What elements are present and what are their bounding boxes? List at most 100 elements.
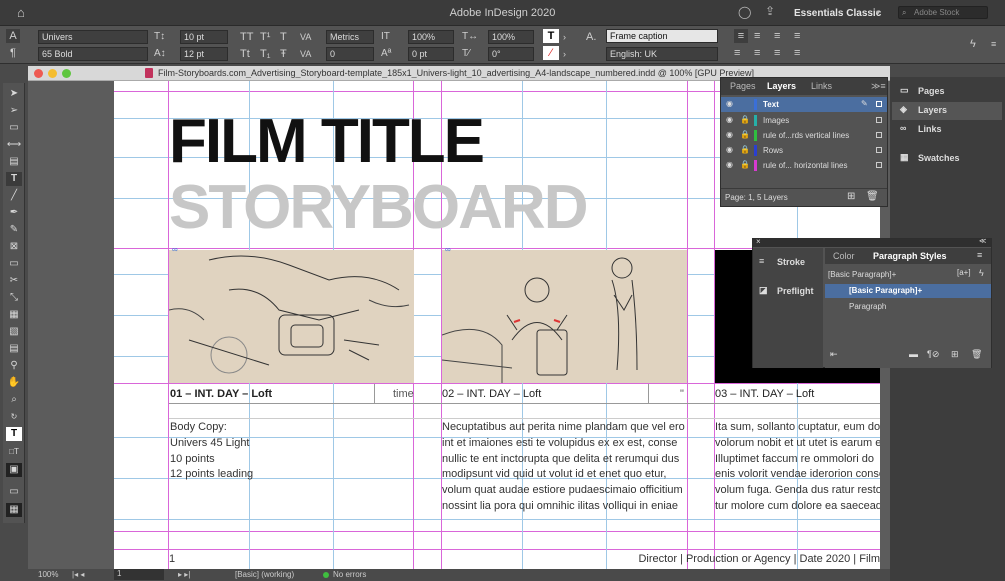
direct-selection-icon[interactable]: ➢	[6, 104, 22, 118]
font-family-field[interactable]: Univers	[38, 30, 148, 44]
layer-row-images[interactable]: ◉ 🔒 Images	[721, 113, 887, 128]
eye-icon[interactable]: ◉	[726, 115, 733, 124]
font-size-field[interactable]: 10 pt	[180, 30, 228, 44]
eye-icon[interactable]: ◉	[726, 145, 733, 154]
underline-icon[interactable]: T	[280, 30, 287, 44]
trash-icon[interactable]: 🗑	[971, 349, 982, 360]
horizontal-scale-field[interactable]: 100%	[488, 30, 534, 44]
page-tool-icon[interactable]: ▭	[6, 121, 22, 135]
working-style[interactable]: [Basic] (working)	[235, 570, 294, 579]
chevron-right-icon[interactable]: ›	[563, 30, 566, 44]
link-badge-icon[interactable]: ∞	[172, 245, 178, 254]
align-center-icon[interactable]: ≡	[754, 29, 760, 43]
align-left-icon[interactable]: ≡	[734, 29, 748, 43]
fill-stroke-icon[interactable]: T	[6, 427, 22, 441]
layer-row-rows[interactable]: ◉ 🔒 Rows	[721, 143, 887, 158]
frame-caption-3[interactable]: 03 – INT. DAY – Loft	[715, 388, 814, 400]
all-caps-icon[interactable]: TT	[240, 30, 253, 44]
tab-links[interactable]: Links	[811, 81, 832, 91]
skew-field[interactable]: 0°	[488, 47, 534, 61]
tab-paragraph-styles[interactable]: Paragraph Styles	[873, 251, 947, 261]
lock-icon[interactable]: 🔒	[740, 130, 750, 139]
gap-tool-icon[interactable]: ⟷	[6, 138, 22, 152]
justify-all-icon[interactable]: ≡	[774, 46, 780, 60]
dock-swatches[interactable]: ▦ Swatches	[892, 150, 1002, 168]
load-styles-icon[interactable]: ⇤	[830, 349, 838, 360]
text-stroke-icon[interactable]: ⁄	[543, 46, 559, 60]
gradient-tool-icon[interactable]: ▦	[6, 308, 22, 322]
preflight-status[interactable]: No errors	[333, 570, 366, 579]
dock-layers[interactable]: ◈ Layers	[892, 102, 1002, 120]
time-mark[interactable]: "	[680, 388, 684, 400]
frame-caption-2[interactable]: 02 – INT. DAY – Loft	[442, 388, 541, 400]
view-mode-icon[interactable]: ▣	[6, 463, 22, 477]
small-caps-icon[interactable]: Tt	[240, 47, 250, 61]
lock-icon[interactable]: 🔒	[740, 115, 750, 124]
content-collector-icon[interactable]: ▤	[6, 155, 22, 169]
layer-select-square[interactable]	[876, 101, 882, 107]
chevron-down-icon[interactable]: ▾	[876, 8, 880, 17]
body-copy-2[interactable]: Necuptatibus aut perita nime plandam que…	[442, 420, 686, 515]
zoom-level[interactable]: 100%	[38, 570, 58, 579]
leading-field[interactable]: 12 pt	[180, 47, 228, 61]
layer-row-horizontal-lines[interactable]: ◉ 🔒 rule of... horizontal lines	[721, 158, 887, 173]
panel-menu-icon[interactable]: ≡	[977, 250, 982, 260]
style-item[interactable]: Paragraph	[825, 300, 991, 314]
tracking-field[interactable]: 0	[326, 47, 374, 61]
link-badge-icon[interactable]: ∞	[445, 245, 451, 254]
align-justify-icon[interactable]: ≡	[794, 29, 800, 43]
quick-apply-icon[interactable]: ϟ	[979, 268, 984, 278]
workspace-switcher[interactable]: Essentials Classic	[794, 8, 881, 19]
baseline-shift-field[interactable]: 0 pt	[408, 47, 454, 61]
panel-menu-icon[interactable]: ≫≡	[871, 81, 886, 92]
character-mode-icon[interactable]: A	[6, 29, 20, 43]
pen-tool-icon[interactable]: ✒	[6, 206, 22, 220]
zoom-window-button[interactable]	[62, 69, 71, 78]
clear-overrides-icon[interactable]: ¶⊘	[927, 349, 939, 360]
superscript-icon[interactable]: T¹	[260, 30, 270, 44]
time-label[interactable]: time	[393, 388, 414, 400]
quick-apply-icon[interactable]: ϟ	[970, 37, 976, 51]
align-spine-icon[interactable]: ≡	[794, 46, 800, 60]
page-nav-prev-icon[interactable]: |◂ ◂	[72, 570, 84, 579]
body-copy-1[interactable]: Body Copy: Univers 45 Light 10 points 12…	[170, 420, 410, 483]
tab-color[interactable]: Color	[833, 251, 855, 261]
eyedropper-icon[interactable]: ⚲	[6, 359, 22, 373]
eye-icon[interactable]: ◉	[726, 130, 733, 139]
line-tool-icon[interactable]: ╱	[6, 189, 22, 203]
font-style-field[interactable]: 65 Bold	[38, 47, 148, 61]
justify-left-icon[interactable]: ≡	[734, 46, 740, 60]
tab-pages[interactable]: Pages	[730, 81, 756, 91]
lock-icon[interactable]: 🔒	[740, 160, 750, 169]
close-icon[interactable]: ×	[756, 237, 761, 246]
kerning-field[interactable]: Metrics	[326, 30, 374, 44]
justify-center-icon[interactable]: ≡	[754, 46, 760, 60]
dock-links[interactable]: ∞ Links	[892, 121, 1002, 139]
new-layer-icon[interactable]: ⊞	[847, 191, 855, 202]
swap-fill-icon[interactable]: ↻	[6, 410, 22, 424]
stock-search-input[interactable]: ⌕ Adobe Stock	[898, 6, 988, 19]
layer-row-vertical-lines[interactable]: ◉ 🔒 rule of...rds vertical lines	[721, 128, 887, 143]
paragraph-mode-icon[interactable]: ¶	[6, 46, 20, 60]
storyboard-subtitle[interactable]: STORYBOARD	[169, 177, 588, 239]
new-style-button[interactable]: ⊞	[951, 349, 959, 360]
storyboard-frame-2[interactable]	[442, 250, 687, 383]
eye-icon[interactable]: ◉	[726, 160, 733, 169]
type-tool-icon[interactable]: T	[6, 172, 22, 186]
vertical-scale-field[interactable]: 100%	[408, 30, 454, 44]
gradient-feather-icon[interactable]: ▧	[6, 325, 22, 339]
layer-select-square[interactable]	[876, 147, 882, 153]
trash-icon[interactable]: 🗑	[866, 191, 879, 202]
hand-tool-icon[interactable]: ✋	[6, 376, 22, 390]
scissors-icon[interactable]: ✂	[6, 274, 22, 288]
dock-preflight[interactable]: ◪ Preflight	[753, 283, 823, 301]
panel-menu-icon[interactable]: ≡	[991, 37, 996, 51]
free-transform-icon[interactable]: ⤡	[6, 291, 22, 305]
frame-caption-1[interactable]: 01 – INT. DAY – Loft	[170, 388, 272, 400]
screen-mode-icon[interactable]: ▭	[6, 485, 22, 499]
collapse-icon[interactable]: ≪	[979, 237, 986, 245]
rectangle-tool-icon[interactable]: ▭	[6, 257, 22, 271]
tab-layers[interactable]: Layers	[767, 81, 796, 91]
page-field[interactable]: 1	[114, 569, 164, 580]
folder-icon[interactable]: ▬	[909, 349, 918, 359]
